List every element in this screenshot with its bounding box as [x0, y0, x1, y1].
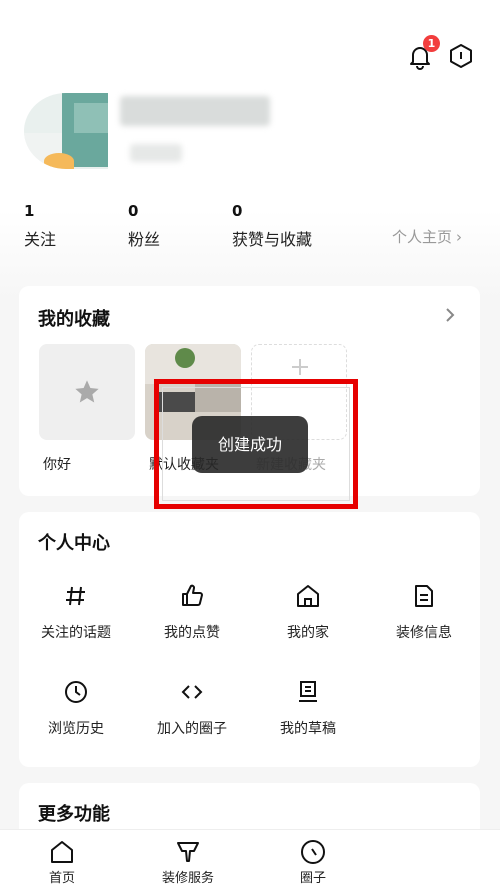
- code-icon: [181, 685, 203, 699]
- grid-item-history[interactable]: 浏览历史: [21, 678, 131, 738]
- grid-item-label: 装修信息: [396, 625, 452, 641]
- username-blurred: [120, 96, 270, 126]
- stat-likes[interactable]: 0 获赞与收藏: [232, 202, 312, 250]
- stat-likes-label: 获赞与收藏: [232, 230, 313, 249]
- grid-item-label: 关注的话题: [41, 625, 111, 641]
- personal-center-title: 个人中心: [38, 533, 110, 554]
- stat-followers-count: 0: [128, 202, 139, 220]
- stat-likes-count: 0: [232, 202, 243, 220]
- personal-center-card: 个人中心 关注的话题 我的点赞 我的家 装修信息 浏览历史 加入的圈子 我的草稿: [19, 512, 480, 767]
- stat-following-label: 关注: [24, 230, 57, 249]
- home-icon: [297, 585, 319, 607]
- tab-label: 圈子: [299, 871, 326, 886]
- hash-icon: [66, 586, 85, 606]
- document-icon: [415, 585, 433, 607]
- grid-item-label: 浏览历史: [48, 721, 104, 737]
- homepage-link[interactable]: 个人主页 ›: [392, 226, 462, 247]
- plus-icon: [292, 359, 308, 375]
- grid-item-home[interactable]: 我的家: [253, 582, 363, 642]
- home-icon: [51, 841, 73, 863]
- tab-home[interactable]: 首页: [22, 838, 102, 886]
- favorites-title: 我的收藏: [38, 309, 110, 330]
- service-icon: [177, 842, 199, 862]
- draft-icon: [299, 681, 317, 702]
- hexagon-info-icon[interactable]: [447, 42, 475, 70]
- grid-item-label: 我的点赞: [164, 625, 220, 641]
- tab-label: 装修服务: [161, 871, 214, 886]
- thumbs-up-icon: [182, 584, 203, 606]
- grid-item-renovation-info[interactable]: 装修信息: [369, 582, 479, 642]
- toast-message: 创建成功: [192, 416, 308, 473]
- grid-item-topics[interactable]: 关注的话题: [21, 582, 131, 642]
- tab-circles[interactable]: 圈子: [273, 838, 353, 886]
- stat-followers-label: 粉丝: [128, 230, 161, 249]
- grid-item-drafts[interactable]: 我的草稿: [253, 678, 363, 738]
- favorite-folder-label: 你好: [43, 457, 71, 473]
- stat-following[interactable]: 1 关注: [24, 202, 56, 250]
- avatar[interactable]: [24, 93, 108, 169]
- compass-icon: [301, 840, 325, 864]
- tab-renovation-service[interactable]: 装修服务: [148, 838, 228, 886]
- grid-item-joined-circles[interactable]: 加入的圈子: [137, 678, 247, 738]
- notification-badge: 1: [423, 35, 440, 52]
- chevron-right-icon: ›: [456, 228, 463, 246]
- chevron-right-icon[interactable]: [443, 306, 457, 324]
- homepage-link-label: 个人主页: [392, 228, 453, 246]
- bottom-tabbar: 首页 装修服务 圈子: [0, 829, 500, 889]
- stat-following-count: 1: [24, 202, 35, 220]
- clock-icon: [65, 681, 87, 703]
- star-icon: [75, 380, 99, 403]
- grid-item-label: 我的草稿: [280, 721, 336, 737]
- favorite-folder-thumb[interactable]: [39, 344, 135, 440]
- grid-item-likes[interactable]: 我的点赞: [137, 582, 247, 642]
- stat-followers[interactable]: 0 粉丝: [128, 202, 160, 250]
- grid-item-label: 加入的圈子: [157, 721, 227, 737]
- more-features-title: 更多功能: [38, 804, 110, 825]
- user-id-blurred: [130, 144, 182, 162]
- tab-label: 首页: [48, 871, 75, 886]
- grid-item-label: 我的家: [287, 625, 329, 641]
